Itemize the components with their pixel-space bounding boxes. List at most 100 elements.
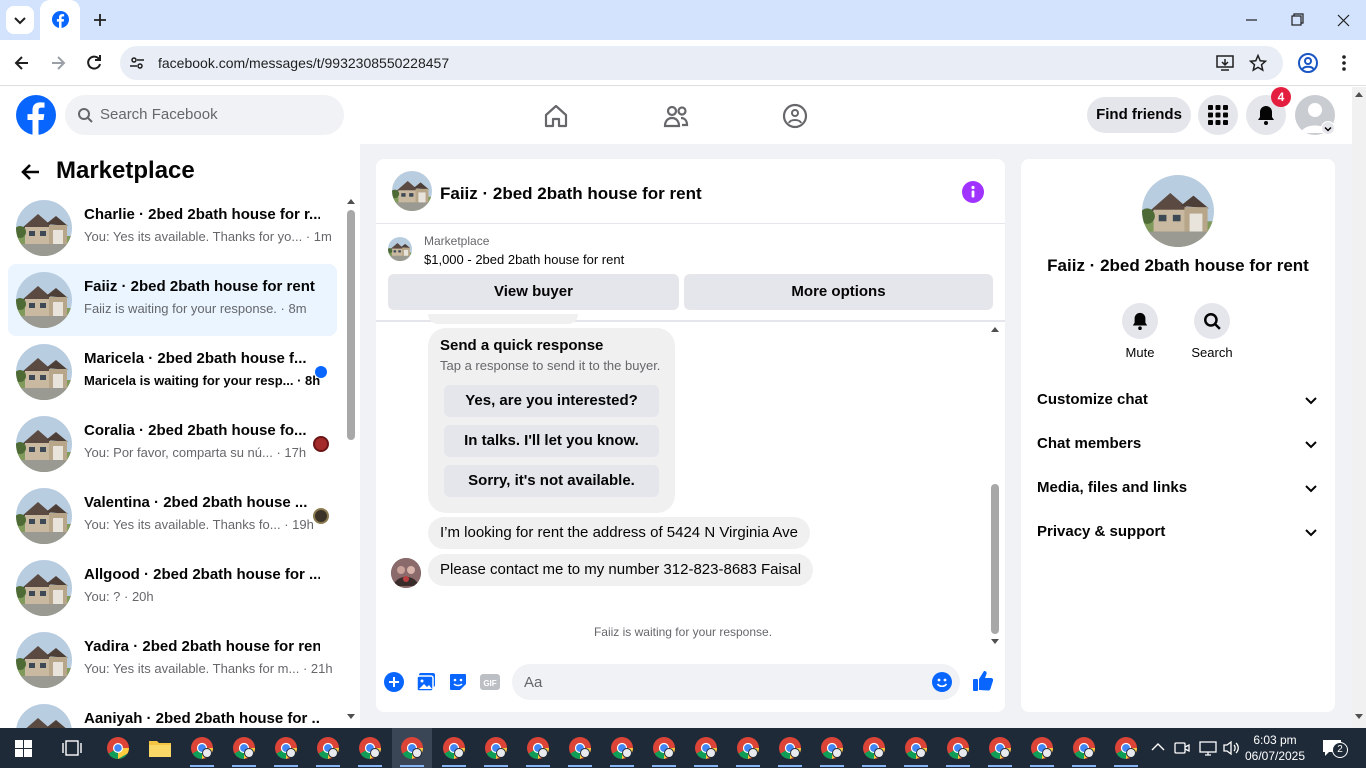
taskbar-chrome-window[interactable] bbox=[392, 728, 432, 768]
taskbar-chrome-window[interactable] bbox=[1106, 728, 1146, 768]
conversation-item[interactable]: Faiiz · 2bed 2bath house for rent Faiiz i… bbox=[8, 264, 337, 336]
photo-icon[interactable] bbox=[416, 672, 436, 692]
close-window-button[interactable] bbox=[1332, 8, 1354, 32]
list-scrollbar[interactable] bbox=[345, 194, 357, 724]
info-section-chat-members[interactable]: Chat members bbox=[1037, 422, 1319, 466]
quick-reply-interested[interactable]: Yes, are you interested? bbox=[444, 385, 659, 417]
find-friends-button[interactable]: Find friends bbox=[1087, 97, 1191, 133]
profile-icon[interactable] bbox=[1297, 52, 1319, 74]
taskbar-chrome-window[interactable] bbox=[224, 728, 264, 768]
conversation-item[interactable]: Allgood · 2bed 2bath house for ... You: ?… bbox=[8, 552, 337, 624]
info-section-media-files-and-links[interactable]: Media, files and links bbox=[1037, 466, 1319, 510]
taskbar-chrome-window[interactable] bbox=[812, 728, 852, 768]
restore-button[interactable] bbox=[1286, 8, 1308, 32]
omnibox[interactable]: facebook.com/messages/t/9932308550228457 bbox=[120, 46, 1283, 80]
chat-title[interactable]: Faiiz · 2bed 2bath house for rent bbox=[440, 184, 702, 204]
reload-icon[interactable] bbox=[84, 53, 104, 73]
url-text[interactable]: facebook.com/messages/t/9932308550228457 bbox=[158, 55, 449, 71]
listing-price-title[interactable]: $1,000 - 2bed 2bath house for rent bbox=[424, 252, 624, 267]
taskbar-chrome-window[interactable] bbox=[896, 728, 936, 768]
tab-search-button[interactable] bbox=[6, 6, 34, 34]
info-section-customize-chat[interactable]: Customize chat bbox=[1037, 378, 1319, 422]
taskbar-chrome-window[interactable] bbox=[980, 728, 1020, 768]
taskbar-chrome[interactable] bbox=[98, 728, 138, 768]
scrollbar-thumb[interactable] bbox=[991, 484, 999, 634]
minimize-button[interactable] bbox=[1240, 8, 1262, 32]
search-in-chat-button[interactable]: Search bbox=[1191, 303, 1233, 363]
sticker-icon[interactable] bbox=[448, 672, 468, 692]
taskbar-chrome-window[interactable] bbox=[518, 728, 558, 768]
notifications-button[interactable]: 4 bbox=[1246, 87, 1291, 135]
more-options-button[interactable]: More options bbox=[684, 274, 993, 310]
quick-reply-not-available[interactable]: Sorry, it's not available. bbox=[444, 465, 659, 497]
mute-button[interactable]: Mute bbox=[1120, 303, 1160, 363]
menu-button[interactable] bbox=[1198, 95, 1238, 135]
system-clock[interactable]: 6:03 pm 06/07/2025 bbox=[1240, 732, 1310, 764]
active-tab[interactable] bbox=[40, 0, 80, 40]
scroll-up-arrow-icon[interactable] bbox=[1355, 91, 1363, 97]
message-bubble[interactable]: Please contact me to my number 312-823-8… bbox=[428, 554, 814, 586]
task-view-icon[interactable] bbox=[62, 739, 82, 757]
volume-icon[interactable] bbox=[1222, 740, 1240, 756]
taskbar-chrome-window[interactable] bbox=[854, 728, 894, 768]
message-bubble[interactable]: I’m looking for rent the address of 5424… bbox=[428, 517, 810, 549]
conversation-item[interactable]: Aaniyah · 2bed 2bath house for ... bbox=[8, 696, 337, 728]
friends-icon[interactable] bbox=[662, 102, 690, 130]
listing-thumbnail[interactable] bbox=[388, 237, 412, 261]
taskbar-chrome-window[interactable] bbox=[182, 728, 222, 768]
back-arrow-icon[interactable] bbox=[20, 161, 42, 183]
taskbar-chrome-window[interactable] bbox=[1064, 728, 1104, 768]
conversation-item[interactable]: Yadira · 2bed 2bath house for rent You: Y… bbox=[8, 624, 337, 696]
taskbar-file-explorer[interactable] bbox=[140, 728, 180, 768]
scroll-down-arrow-icon[interactable] bbox=[1355, 714, 1363, 720]
info-button[interactable] bbox=[962, 181, 984, 203]
plus-circle-icon[interactable] bbox=[384, 672, 404, 692]
taskbar-chrome-window[interactable] bbox=[266, 728, 306, 768]
facebook-search-input[interactable]: Search Facebook bbox=[65, 95, 344, 135]
site-settings-icon[interactable] bbox=[129, 55, 145, 71]
groups-icon[interactable] bbox=[781, 102, 809, 130]
scrollbar-thumb[interactable] bbox=[347, 210, 355, 440]
chat-header-thumbnail[interactable] bbox=[392, 171, 432, 211]
account-chevron[interactable] bbox=[1321, 121, 1335, 135]
taskbar-chrome-window[interactable] bbox=[770, 728, 810, 768]
scroll-up-arrow-icon[interactable] bbox=[347, 198, 355, 204]
conversation-item[interactable]: Coralia · 2bed 2bath house fo... You: Por… bbox=[8, 408, 337, 480]
forward-icon[interactable] bbox=[48, 53, 68, 73]
message-input[interactable]: Aa bbox=[512, 664, 960, 700]
network-icon[interactable] bbox=[1199, 740, 1217, 756]
taskbar-chrome-window[interactable] bbox=[686, 728, 726, 768]
emoji-icon[interactable] bbox=[932, 672, 952, 692]
notification-center-button[interactable]: 2 bbox=[1320, 736, 1350, 760]
scroll-down-arrow-icon[interactable] bbox=[347, 714, 355, 720]
taskbar-chrome-window[interactable] bbox=[644, 728, 684, 768]
conversation-item[interactable]: Valentina · 2bed 2bath house ... You: Yes… bbox=[8, 480, 337, 552]
quick-reply-in-talks[interactable]: In talks. I'll let you know. bbox=[444, 425, 659, 457]
bookmark-star-icon[interactable] bbox=[1249, 54, 1267, 72]
windows-start-icon[interactable] bbox=[15, 740, 32, 757]
taskbar-chrome-window[interactable] bbox=[1022, 728, 1062, 768]
info-avatar[interactable] bbox=[1142, 175, 1214, 247]
info-section-privacy-support[interactable]: Privacy & support bbox=[1037, 510, 1319, 554]
scroll-up-arrow-icon[interactable] bbox=[991, 326, 999, 332]
new-tab-button[interactable] bbox=[88, 8, 112, 32]
taskbar-chrome-window[interactable] bbox=[350, 728, 390, 768]
taskbar-chrome-window[interactable] bbox=[728, 728, 768, 768]
taskbar-chrome-window[interactable] bbox=[434, 728, 474, 768]
page-scrollbar[interactable] bbox=[1352, 87, 1366, 728]
install-app-icon[interactable] bbox=[1216, 54, 1234, 72]
home-icon[interactable] bbox=[542, 102, 570, 130]
taskbar-chrome-window[interactable] bbox=[602, 728, 642, 768]
taskbar-chrome-window[interactable] bbox=[308, 728, 348, 768]
sender-avatar[interactable] bbox=[391, 558, 421, 588]
taskbar-chrome-window[interactable] bbox=[560, 728, 600, 768]
view-buyer-button[interactable]: View buyer bbox=[388, 274, 679, 310]
meet-now-icon[interactable] bbox=[1174, 740, 1190, 756]
scroll-down-arrow-icon[interactable] bbox=[991, 639, 999, 645]
gif-icon[interactable]: GIF bbox=[480, 672, 500, 692]
conversation-item[interactable]: Charlie · 2bed 2bath house for r... You: … bbox=[8, 192, 337, 264]
taskbar-chrome-window[interactable] bbox=[476, 728, 516, 768]
browser-menu-icon[interactable] bbox=[1334, 52, 1354, 74]
taskbar-chrome-window[interactable] bbox=[938, 728, 978, 768]
message-scrollbar[interactable] bbox=[989, 322, 1001, 652]
